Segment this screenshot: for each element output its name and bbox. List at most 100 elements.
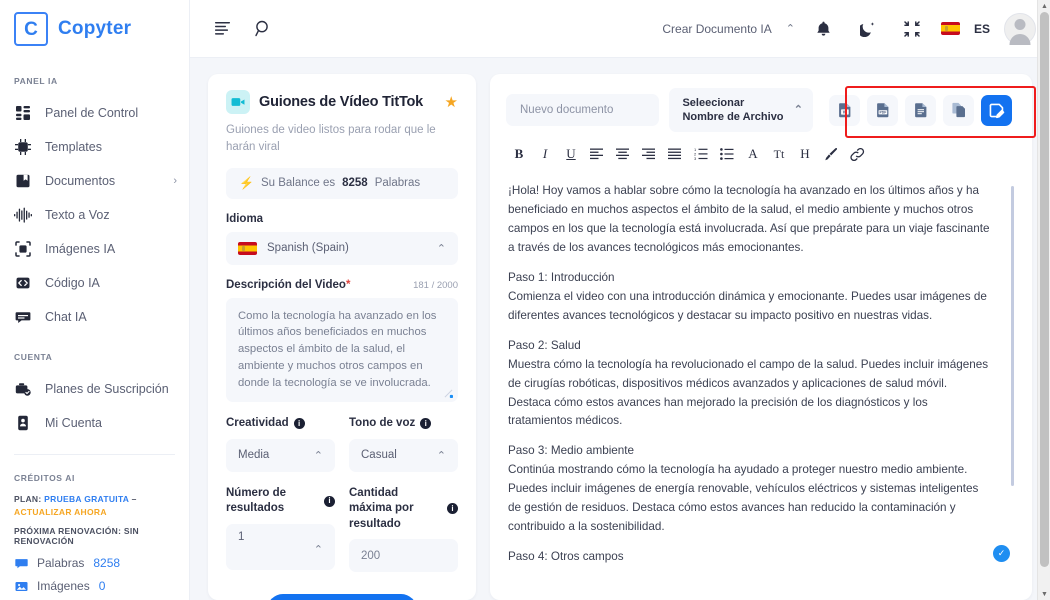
info-icon[interactable]: i bbox=[294, 418, 305, 429]
plan-upgrade-link[interactable]: ACTUALIZAR AHORA bbox=[14, 507, 107, 517]
content-area: Guiones de Vídeo TitTok ★ Guiones de vid… bbox=[190, 58, 1050, 600]
underline-button[interactable]: U bbox=[558, 142, 584, 166]
font-color-button[interactable]: A bbox=[740, 142, 766, 166]
export-text-button[interactable] bbox=[905, 95, 936, 126]
font-size-button[interactable]: Tt bbox=[766, 142, 792, 166]
info-icon[interactable]: i bbox=[447, 503, 458, 514]
maxlen-input[interactable]: 200 bbox=[349, 539, 458, 572]
brand-logo[interactable]: C Copyter bbox=[0, 0, 189, 58]
credit-row-imagenes: Imágenes 0 bbox=[14, 579, 175, 593]
save-document-button[interactable] bbox=[981, 95, 1012, 126]
sidebar-item-chat-ia[interactable]: Chat IA bbox=[0, 300, 189, 334]
app-root: C Copyter PANEL IA Panel de Control Temp… bbox=[0, 0, 1050, 600]
sidebar-item-panel-de-control[interactable]: Panel de Control bbox=[0, 96, 189, 130]
italic-button[interactable]: I bbox=[532, 142, 558, 166]
balance-value: 8258 bbox=[342, 177, 368, 189]
description-label: Descripción del Video* bbox=[226, 279, 350, 291]
export-word-button[interactable]: W bbox=[829, 95, 860, 126]
sidebar-item-codigo-ia[interactable]: Código IA bbox=[0, 266, 189, 300]
info-icon[interactable]: i bbox=[420, 418, 431, 429]
language-select[interactable]: Spanish (Spain) ⌃ bbox=[226, 232, 458, 265]
search-icon[interactable] bbox=[248, 14, 278, 44]
creativity-field: Creatividad i Media ⌃ bbox=[226, 416, 335, 472]
plan-line: PLAN: PRUEBA GRATUITA – ACTUALIZAR AHORA bbox=[14, 493, 175, 519]
chevron-up-icon: ⌃ bbox=[314, 449, 323, 462]
sidebar-item-planes-de-suscripcion[interactable]: Planes de Suscripción bbox=[0, 372, 189, 406]
sidebar: C Copyter PANEL IA Panel de Control Temp… bbox=[0, 0, 190, 600]
export-pdf-button[interactable]: PDF bbox=[867, 95, 898, 126]
editor-scrollbar[interactable] bbox=[1011, 186, 1014, 486]
id-card-icon bbox=[14, 414, 32, 432]
collapse-icon[interactable] bbox=[897, 14, 927, 44]
heading-button[interactable]: H bbox=[792, 142, 818, 166]
sidebar-item-label: Documentos bbox=[45, 174, 115, 188]
info-icon[interactable]: i bbox=[324, 496, 335, 507]
scroll-up-arrow-icon[interactable]: ▲ bbox=[1038, 0, 1050, 12]
bold-button[interactable]: B bbox=[506, 142, 532, 166]
waveform-icon bbox=[14, 206, 32, 224]
code-icon bbox=[14, 274, 32, 292]
credit-value: 8258 bbox=[93, 556, 120, 570]
formatting-toolbar: B I U 123 bbox=[490, 140, 1032, 176]
page-scrollbar-thumb[interactable] bbox=[1040, 12, 1049, 567]
maxlen-label-text: Cantidad máxima por resultado bbox=[349, 486, 442, 533]
sidebar-section-account: CUENTA bbox=[0, 352, 189, 362]
user-avatar[interactable] bbox=[1004, 13, 1036, 45]
svg-text:PDF: PDF bbox=[879, 111, 886, 115]
maxlen-field: Cantidad máxima por resultado i 200 bbox=[349, 486, 458, 573]
balance-banner: ⚡ Su Balance es 8258 Palabras bbox=[226, 168, 458, 199]
align-left-button[interactable] bbox=[584, 142, 610, 166]
sidebar-item-mi-cuenta[interactable]: Mi Cuenta bbox=[0, 406, 189, 440]
results-field: Número de resultados i 1 ⌃ bbox=[226, 486, 335, 573]
language-code[interactable]: ES bbox=[974, 22, 990, 36]
balance-suffix: Palabras bbox=[375, 177, 420, 189]
ordered-list-button[interactable]: 123 bbox=[688, 142, 714, 166]
page-scrollbar[interactable]: ▲ ▼ bbox=[1037, 0, 1050, 600]
align-right-button[interactable] bbox=[636, 142, 662, 166]
sidebar-item-label: Texto a Voz bbox=[45, 208, 110, 222]
bullet-list-button[interactable] bbox=[714, 142, 740, 166]
word-credit-icon bbox=[14, 556, 28, 570]
document-text: ¡Hola! Hoy vamos a hablar sobre cómo la … bbox=[508, 182, 992, 567]
favorite-star-icon[interactable]: ★ bbox=[445, 93, 458, 111]
align-justify-button[interactable] bbox=[662, 142, 688, 166]
creativity-value: Media bbox=[238, 449, 269, 461]
document-name-input[interactable]: Nuevo documento bbox=[506, 94, 659, 126]
copy-button[interactable] bbox=[943, 95, 974, 126]
sidebar-item-templates[interactable]: Templates bbox=[0, 130, 189, 164]
balance-prefix: Su Balance es bbox=[261, 177, 335, 189]
file-name-select[interactable]: Seleecionar Nombre de Archivo ⌃ bbox=[669, 88, 813, 132]
sidebar-item-label: Código IA bbox=[45, 276, 100, 290]
sidebar-item-texto-a-voz[interactable]: Texto a Voz bbox=[0, 198, 189, 232]
plan-prefix: PLAN: bbox=[14, 494, 41, 504]
link-button[interactable] bbox=[844, 142, 870, 166]
menu-icon[interactable] bbox=[208, 14, 238, 44]
plan-separator: – bbox=[132, 494, 137, 504]
document-body[interactable]: ¡Hola! Hoy vamos a hablar sobre cómo la … bbox=[490, 176, 1032, 600]
generate-text-button[interactable]: GENERAR TEXTO bbox=[267, 594, 417, 600]
sidebar-item-imagenes-ia[interactable]: Imágenes IA bbox=[0, 232, 189, 266]
description-label-row: Descripción del Video* 181 / 2000 bbox=[226, 279, 458, 291]
tone-select[interactable]: Casual ⌃ bbox=[349, 439, 458, 472]
brush-button[interactable] bbox=[818, 142, 844, 166]
sidebar-item-label: Panel de Control bbox=[45, 106, 138, 120]
creativity-tone-row: Creatividad i Media ⌃ Tono de voz i bbox=[226, 402, 458, 472]
results-select[interactable]: 1 ⌃ bbox=[226, 524, 335, 570]
description-textarea[interactable]: Como la tecnología ha avanzado en los úl… bbox=[226, 298, 458, 403]
create-document-link[interactable]: Crear Documento IA bbox=[662, 22, 771, 36]
align-center-button[interactable] bbox=[610, 142, 636, 166]
moon-icon[interactable] bbox=[853, 14, 883, 44]
sidebar-divider bbox=[14, 454, 175, 455]
chevron-up-icon[interactable]: ⌃ bbox=[786, 22, 795, 35]
resize-grip-icon[interactable] bbox=[444, 389, 453, 398]
scroll-down-arrow-icon[interactable]: ▼ bbox=[1038, 588, 1050, 600]
tone-field: Tono de voz i Casual ⌃ bbox=[349, 416, 458, 472]
sidebar-item-label: Chat IA bbox=[45, 310, 87, 324]
svg-text:W: W bbox=[842, 110, 847, 115]
creativity-select[interactable]: Media ⌃ bbox=[226, 439, 335, 472]
top-bar: Crear Documento IA ⌃ ES bbox=[190, 0, 1050, 58]
sidebar-item-documentos[interactable]: Documentos › bbox=[0, 164, 189, 198]
dashboard-icon bbox=[14, 104, 32, 122]
credit-label: Imágenes bbox=[37, 579, 90, 593]
bell-icon[interactable] bbox=[809, 14, 839, 44]
